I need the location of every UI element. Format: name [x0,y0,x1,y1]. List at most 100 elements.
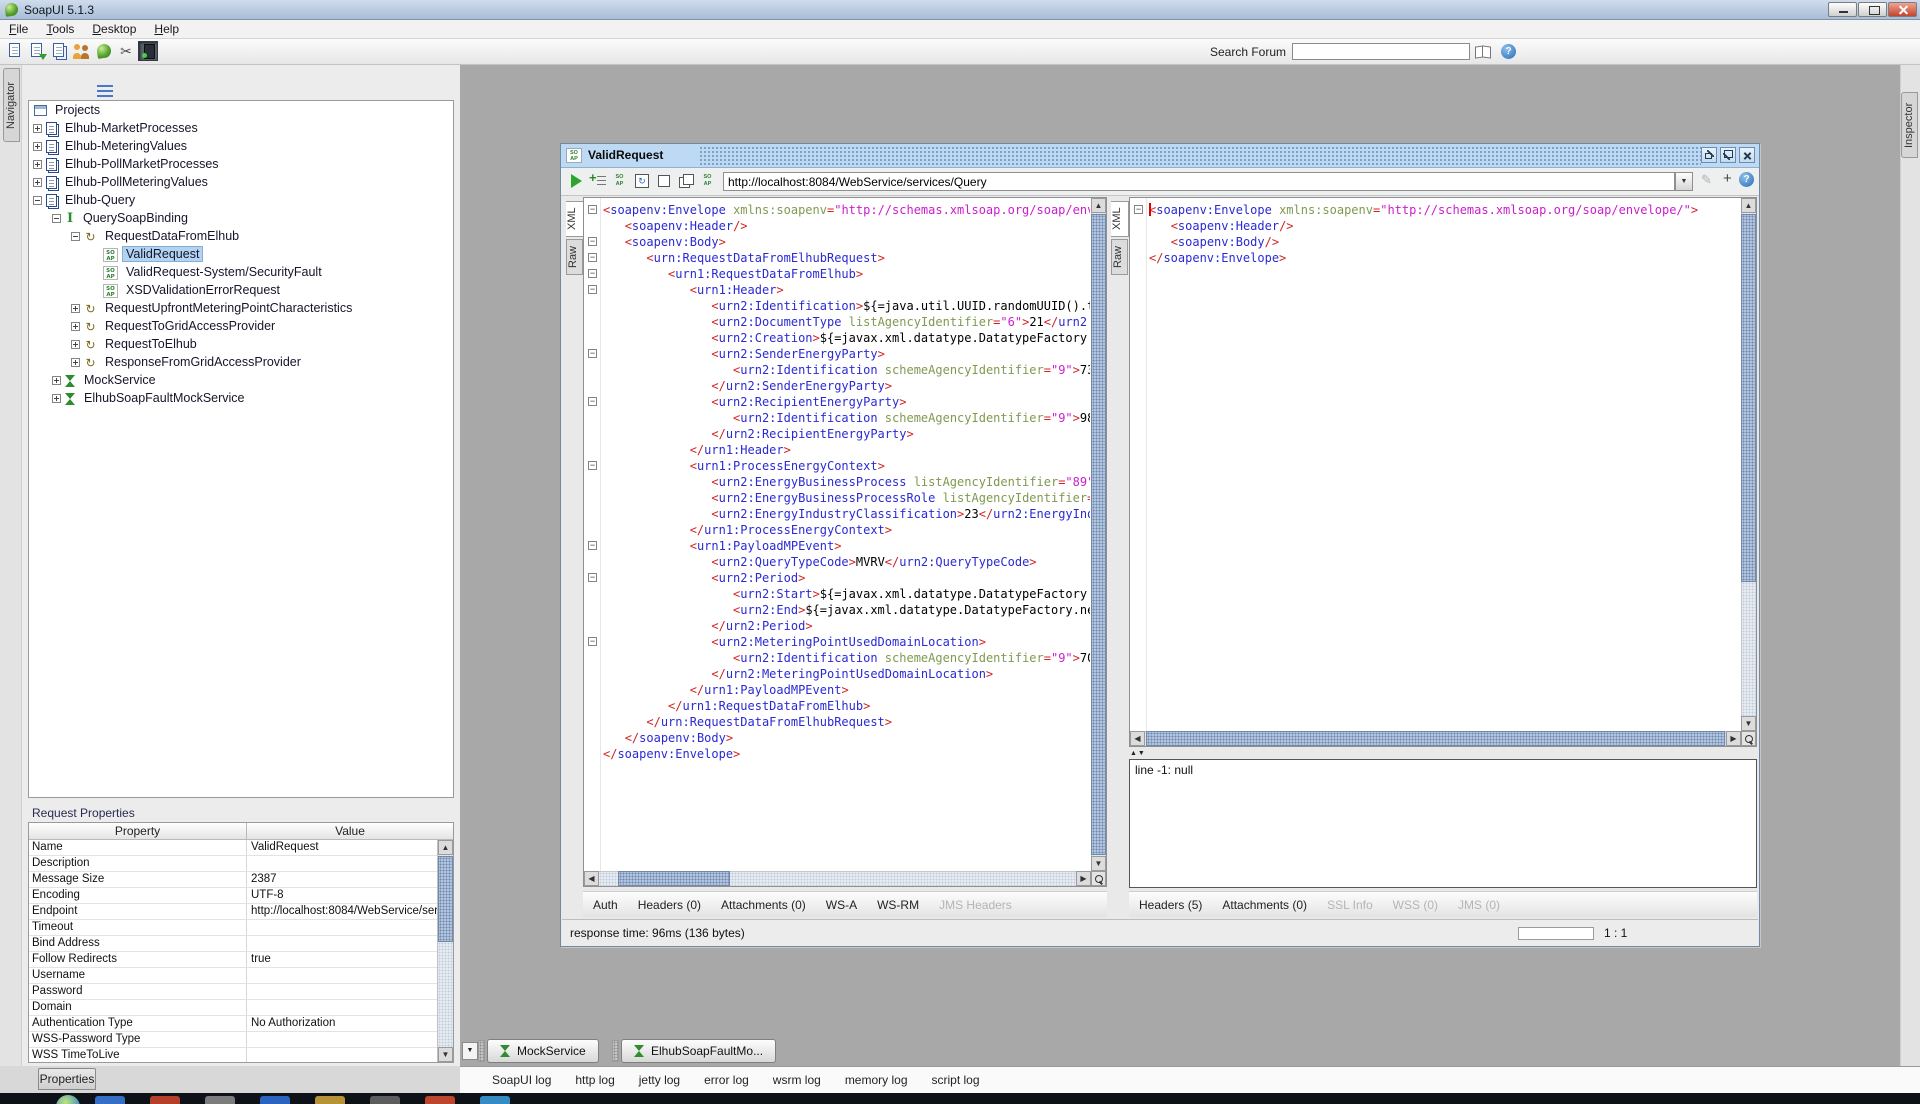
tree-item-label[interactable]: Elhub-MarketProcesses [62,121,201,135]
update-request-icon[interactable]: ↻ [632,171,652,191]
tree-item-label[interactable]: RequestDataFromElhub [102,229,242,243]
tree-item-label[interactable]: Elhub-MeteringValues [62,139,190,153]
request-tab-ws-rm[interactable]: WS-RM [867,892,929,912]
clone-request-icon[interactable] [676,171,696,191]
log-tab-soapui-log[interactable]: SoapUI log [480,1067,563,1087]
taskbar-app-8-icon[interactable] [480,1096,510,1104]
property-value-cell[interactable] [247,936,453,951]
scroll-right-icon[interactable]: ▶ [1076,871,1091,886]
tree-item-elhub-query[interactable]: Elhub-Query [29,191,453,209]
properties-tab-button[interactable]: Properties [38,1068,96,1090]
taskbar-app-1-icon[interactable] [95,1096,125,1104]
log-tab-error-log[interactable]: error log [692,1067,761,1087]
scroll-left-icon[interactable]: ◀ [584,871,599,886]
scrollbar-thumb[interactable] [1091,214,1106,855]
property-value-cell[interactable]: 2387 [247,872,453,887]
validrequest-titlebar[interactable]: SOAP ValidRequest [561,144,1759,168]
menu-tools[interactable]: Tools [37,20,83,36]
magnifier-icon[interactable] [1091,871,1106,886]
expand-icon[interactable] [33,160,42,169]
taskbar-app-3-icon[interactable] [205,1096,235,1104]
add-to-testcase-icon[interactable] [588,171,608,191]
tree-item-label[interactable]: Projects [52,103,103,117]
property-value-cell[interactable]: UTF-8 [247,888,453,903]
fold-collapse-icon[interactable]: − [588,461,597,470]
tree-item-label[interactable]: ElhubSoapFaultMockService [81,391,248,405]
scroll-left-icon[interactable]: ◀ [1130,731,1145,746]
expand-icon[interactable] [52,376,61,385]
recreate-request-icon[interactable]: SOAP [610,171,630,191]
window-button-mockservice[interactable]: MockService [487,1039,599,1063]
request-tab-xml[interactable]: XML [566,201,584,237]
minimize-button[interactable] [1828,2,1857,17]
close-button[interactable] [1888,2,1917,17]
menu-desktop[interactable]: Desktop [83,20,145,36]
endpoint-url-input[interactable] [723,172,1675,191]
add-endpoint-icon[interactable]: + [1723,170,1732,187]
expand-icon[interactable] [71,358,80,367]
menu-file[interactable]: File [0,20,37,36]
property-column-header[interactable]: Property [29,823,247,839]
scrollbar-thumb[interactable] [1146,731,1725,746]
response-tab-headers-5[interactable]: Headers (5) [1129,892,1212,912]
fold-collapse-icon[interactable]: − [588,637,597,646]
tree-item-requesttoelhub[interactable]: ↻RequestToElhub [29,335,453,353]
value-column-header[interactable]: Value [247,823,453,839]
request-horizontal-scrollbar[interactable]: ◀ ▶ [584,871,1091,886]
tree-item-elhub-pollmarketprocesses[interactable]: Elhub-PollMarketProcesses [29,155,453,173]
search-forum-input[interactable] [1292,43,1470,60]
fold-collapse-icon[interactable]: − [588,285,597,294]
response-tab-attachments-0[interactable]: Attachments (0) [1212,892,1317,912]
tree-item-elhub-pollmeteringvalues[interactable]: Elhub-PollMeteringValues [29,173,453,191]
expand-icon[interactable] [71,304,80,313]
start-orb-icon[interactable] [56,1095,80,1104]
restore-window-icon[interactable] [1701,147,1717,163]
taskbar-app-7-icon[interactable] [425,1096,455,1104]
tree-item-label[interactable]: ResponseFromGridAccessProvider [102,355,304,369]
fold-collapse-icon[interactable]: − [588,253,597,262]
expand-icon[interactable] [33,178,42,187]
expand-icon[interactable] [33,124,42,133]
response-vertical-scrollbar[interactable]: ▲ ▼ [1741,198,1756,731]
endpoint-dropdown-icon[interactable]: ▼ [1675,172,1693,191]
window-button-elhubsoapfaultmo[interactable]: ElhubSoapFaultMo... [621,1039,776,1063]
fold-collapse-icon[interactable]: − [1134,205,1143,214]
collapse-icon[interactable] [52,214,61,223]
taskbar-app-4-icon[interactable] [260,1096,290,1104]
window-titlebar[interactable]: SoapUI 5.1.3 [0,0,1920,20]
browser-icon[interactable] [1474,45,1492,59]
scroll-up-icon[interactable]: ▲ [1091,198,1106,213]
scroll-down-icon[interactable]: ▼ [1091,856,1106,871]
tree-item-label[interactable]: QuerySoapBinding [80,211,191,225]
properties-scrollbar[interactable]: ▲ ▼ [437,840,453,1062]
log-tab-script-log[interactable]: script log [920,1067,992,1087]
tree-item-requesttogridaccessprovider[interactable]: ↻RequestToGridAccessProvider [29,317,453,335]
response-xml-editor[interactable]: <soapenv:Envelope xmlns:soapenv="http://… [1129,197,1757,747]
request-tab-attachments-0[interactable]: Attachments (0) [711,892,816,912]
scroll-right-icon[interactable]: ▶ [1726,731,1741,746]
scroll-up-icon[interactable]: ▲ [438,840,453,855]
property-value-cell[interactable] [247,1000,453,1015]
fold-collapse-icon[interactable]: − [588,397,597,406]
property-value-cell[interactable] [247,968,453,983]
taskbar-app-6-icon[interactable] [370,1096,400,1104]
tree-item-mockservice[interactable]: MockService [29,371,453,389]
tree-item-label[interactable]: RequestToElhub [102,337,200,351]
splitter-toggle-icons[interactable]: ▲▼ [1130,750,1146,757]
fold-collapse-icon[interactable]: − [588,573,597,582]
maximize-window-icon[interactable] [1720,147,1736,163]
property-value-cell[interactable] [247,1032,453,1047]
request-tab-ws-a[interactable]: WS-A [816,892,867,912]
scrollbar-thumb[interactable] [438,856,453,942]
scroll-down-icon[interactable]: ▼ [438,1047,453,1062]
help-icon[interactable]: ? [1501,44,1516,59]
tree-item-requestdatafromelhub[interactable]: ↻RequestDataFromElhub [29,227,453,245]
property-value-cell[interactable] [247,984,453,999]
property-value-cell[interactable] [247,920,453,935]
property-value-cell[interactable] [247,856,453,871]
tree-item-label[interactable]: ValidRequest-System/SecurityFault [123,265,325,279]
response-horizontal-scrollbar[interactable]: ◀ ▶ [1130,731,1741,746]
fold-collapse-icon[interactable]: − [588,237,597,246]
log-tab-memory-log[interactable]: memory log [833,1067,920,1087]
fold-collapse-icon[interactable]: − [588,349,597,358]
